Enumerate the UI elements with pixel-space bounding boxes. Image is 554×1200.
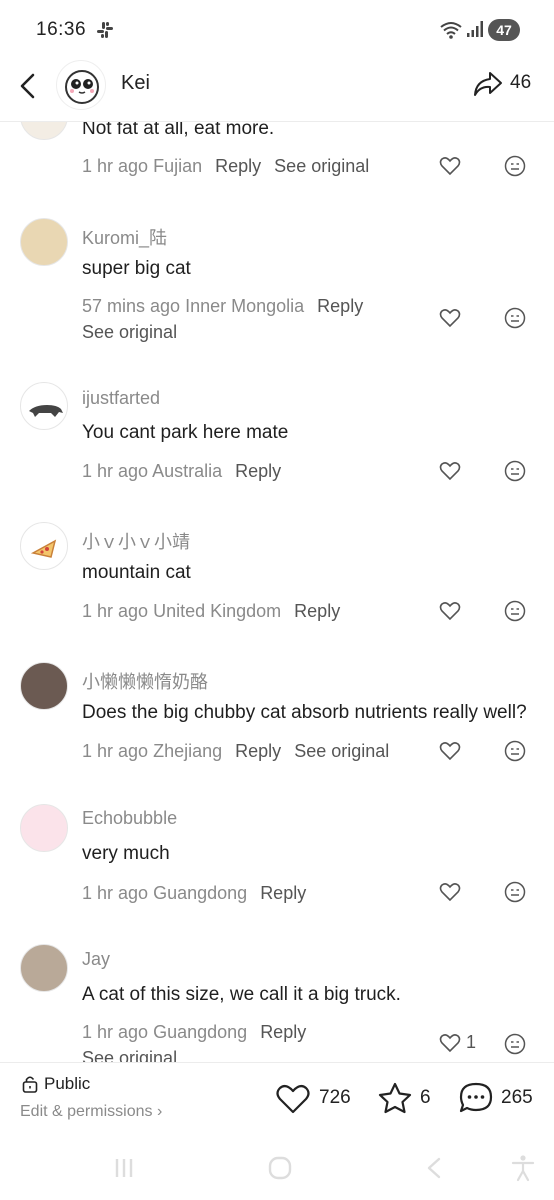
comment-time: 1 hr ago xyxy=(82,601,149,621)
comment-text: Does the big chubby cat absorb nutrients… xyxy=(82,702,527,723)
comment-meta: 57 mins ago Inner Mongolia Reply xyxy=(82,296,363,317)
visibility-label[interactable]: Public xyxy=(44,1074,90,1094)
back-arrow-icon[interactable] xyxy=(16,72,40,100)
commenter-name[interactable]: Echobubble xyxy=(82,808,177,829)
comment-time: 57 mins ago xyxy=(82,296,181,316)
commenter-avatar[interactable] xyxy=(20,944,68,992)
heart-icon[interactable] xyxy=(439,741,461,761)
system-nav-bar xyxy=(0,1142,554,1200)
meh-face-icon[interactable] xyxy=(504,460,526,482)
see-original-button[interactable]: See original xyxy=(82,1048,177,1062)
signal-icon xyxy=(467,21,483,37)
comment-time: 1 hr ago xyxy=(82,461,149,481)
meh-face-icon[interactable] xyxy=(504,740,526,762)
heart-icon[interactable] xyxy=(439,308,461,328)
comment-text: Not fat at all, eat more. xyxy=(82,122,275,139)
like-heart-icon[interactable] xyxy=(275,1083,311,1115)
commenter-name[interactable]: Jay xyxy=(82,949,110,970)
bottom-action-bar: Public Edit & permissions › 726 6 265 xyxy=(0,1062,554,1142)
favorites-count: 6 xyxy=(420,1087,431,1108)
reply-button[interactable]: Reply xyxy=(294,601,340,621)
comment-meta: 1 hr ago Guangdong Reply xyxy=(82,1022,306,1043)
header: Kei 46 xyxy=(0,58,554,122)
see-original-button[interactable]: See original xyxy=(274,156,369,176)
commenter-name[interactable]: ijustfarted xyxy=(82,388,160,409)
author-name[interactable]: Kei xyxy=(121,72,150,95)
commenter-name[interactable]: 小懒懒懒惰奶酪 xyxy=(82,668,208,694)
nav-back-icon[interactable] xyxy=(424,1156,444,1180)
like-count: 1 xyxy=(466,1032,477,1052)
edit-permissions-link[interactable]: Edit & permissions › xyxy=(20,1103,162,1121)
status-time: 16:36 xyxy=(36,19,87,40)
heart-icon[interactable] xyxy=(439,882,461,902)
meh-face-icon[interactable] xyxy=(504,307,526,329)
share-icon[interactable] xyxy=(472,70,504,98)
comment-text: mountain cat xyxy=(82,562,191,583)
battery-indicator: 47 xyxy=(488,19,520,41)
comment-meta: 1 hr ago Fujian Reply See original xyxy=(82,156,369,177)
reply-button[interactable]: Reply xyxy=(260,883,306,903)
comment-location: United Kingdom xyxy=(153,601,282,621)
reply-button[interactable]: Reply xyxy=(215,156,261,176)
comment-text: You cant park here mate xyxy=(82,422,289,443)
comment-location: Inner Mongolia xyxy=(185,296,305,316)
commenter-avatar[interactable] xyxy=(20,662,68,710)
favorite-star-icon[interactable] xyxy=(377,1081,413,1115)
reply-button[interactable]: Reply xyxy=(260,1022,306,1042)
commenter-avatar[interactable] xyxy=(20,804,68,852)
comment-meta: 1 hr ago Australia Reply xyxy=(82,461,281,482)
see-original-button[interactable]: See original xyxy=(294,741,389,761)
comment-location: Guangdong xyxy=(153,1022,248,1042)
meh-face-icon[interactable] xyxy=(504,155,526,177)
lock-icon xyxy=(22,1076,38,1093)
comment-text: very much xyxy=(82,843,170,864)
comment-time: 1 hr ago xyxy=(82,156,149,176)
meh-face-icon[interactable] xyxy=(504,600,526,622)
commenter-avatar[interactable] xyxy=(20,382,68,430)
commenter-name[interactable]: Kuromi_陆 xyxy=(82,224,167,250)
reply-button[interactable]: Reply xyxy=(317,296,363,316)
cartoon-face-icon xyxy=(65,70,99,104)
comment-location: Guangdong xyxy=(153,883,248,903)
comment-time: 1 hr ago xyxy=(82,883,149,903)
comment-time: 1 hr ago xyxy=(82,1022,149,1042)
comment-text: A cat of this size, we call it a big tru… xyxy=(82,984,401,1005)
meh-face-icon[interactable] xyxy=(504,881,526,903)
reply-button[interactable]: Reply xyxy=(235,741,281,761)
comment-bubble-icon[interactable] xyxy=(458,1081,494,1115)
recent-apps-icon[interactable] xyxy=(112,1156,136,1180)
heart-icon[interactable] xyxy=(439,461,461,481)
comment-text: super big cat xyxy=(82,258,191,279)
see-original-button[interactable]: See original xyxy=(82,322,177,343)
comment-location: Australia xyxy=(152,461,223,481)
commenter-avatar[interactable] xyxy=(20,122,68,140)
heart-icon[interactable] xyxy=(439,1033,461,1053)
author-avatar[interactable] xyxy=(56,60,106,110)
comment-list: Not fat at all, eat more. 1 hr ago Fujia… xyxy=(0,122,554,1062)
pizza-icon xyxy=(30,539,57,558)
accessibility-icon[interactable] xyxy=(510,1154,536,1182)
commenter-avatar[interactable] xyxy=(20,218,68,266)
comment-location: Zhejiang xyxy=(153,741,223,761)
animal-icon xyxy=(29,405,63,417)
comment-meta: 1 hr ago United Kingdom Reply xyxy=(82,601,340,622)
share-count: 46 xyxy=(510,72,532,93)
commenter-name[interactable]: 小ｖ小ｖ小靖 xyxy=(82,528,190,554)
heart-icon[interactable] xyxy=(439,156,461,176)
comment-time: 1 hr ago xyxy=(82,741,149,761)
reply-button[interactable]: Reply xyxy=(235,461,281,481)
comment-meta: 1 hr ago Guangdong Reply xyxy=(82,883,306,904)
comment-meta: 1 hr ago Zhejiang Reply See original xyxy=(82,741,389,762)
status-bar: 16:36 47 xyxy=(0,0,554,58)
slack-icon xyxy=(97,22,113,38)
commenter-avatar[interactable] xyxy=(20,522,68,570)
heart-icon[interactable] xyxy=(439,601,461,621)
wifi-icon xyxy=(440,22,462,39)
comment-location: Fujian xyxy=(153,156,203,176)
comments-count: 265 xyxy=(501,1087,533,1108)
likes-count: 726 xyxy=(319,1087,351,1108)
meh-face-icon[interactable] xyxy=(504,1033,526,1055)
home-icon[interactable] xyxy=(268,1156,292,1180)
